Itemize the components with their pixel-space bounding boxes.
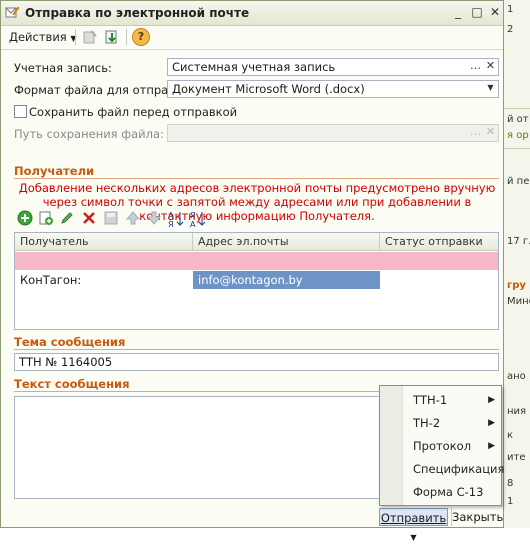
menu-item-label: Форма С-13 — [413, 485, 484, 499]
submenu-arrow-icon: ▶ — [488, 418, 495, 428]
menu-item-tn2[interactable]: ТН-2 ▶ — [402, 412, 501, 434]
bg-fragment: ите — [507, 452, 526, 463]
bg-fragment: 2 — [507, 24, 514, 35]
menu-item-label: ТТН-1 — [413, 393, 448, 407]
recipients-title: Получатели — [14, 164, 95, 178]
svg-text:А: А — [168, 211, 174, 220]
bg-fragment: 8 — [507, 478, 514, 489]
subject-input[interactable]: ТТН № 1164005 — [14, 353, 499, 371]
import-icon[interactable] — [103, 28, 121, 46]
column-header-status[interactable]: Статус отправки — [380, 233, 498, 251]
account-field[interactable]: Системная учетная запись — [167, 58, 499, 76]
delete-icon[interactable] — [81, 210, 97, 226]
send-button[interactable]: Отправить ▼ — [379, 508, 448, 542]
send-options-menu: ТТН-1 ▶ ТН-2 ▶ Протокол ▶ Спецификация Ф… — [379, 385, 505, 506]
move-up-icon[interactable] — [125, 210, 141, 226]
sort-ascending-icon[interactable]: А Я — [168, 210, 184, 228]
edit-icon[interactable] — [59, 210, 75, 226]
dialog-title: Отправка по электронной почте — [25, 6, 250, 20]
svg-text:Я: Я — [190, 211, 196, 220]
format-value: Документ Microsoft Word (.docx) — [172, 82, 365, 96]
menu-item-label: Спецификация — [413, 462, 505, 476]
disabled-action-icon[interactable] — [81, 28, 99, 46]
body-title: Текст сообщения — [14, 377, 130, 391]
minimize-button[interactable]: _ — [451, 5, 465, 19]
save-file-checkbox[interactable] — [14, 105, 27, 118]
menu-item-protocol[interactable]: Протокол ▶ — [402, 435, 501, 457]
bg-fragment: гру — [507, 280, 526, 291]
menu-item-ttn1[interactable]: ТТН-1 ▶ — [402, 389, 501, 411]
recipient-cell[interactable]: КонТагон: — [15, 271, 193, 289]
close-button[interactable]: ✕ — [488, 5, 502, 19]
copy-icon[interactable] — [38, 210, 54, 226]
add-icon[interactable] — [17, 210, 33, 226]
maximize-button[interactable]: □ — [470, 5, 484, 19]
menu-item-label: Протокол — [413, 439, 472, 453]
bg-fragment: 1 — [507, 4, 514, 15]
clear-icon[interactable]: ✕ — [483, 125, 498, 141]
svg-text:Я: Я — [168, 220, 174, 228]
dropdown-arrow-icon: ▼ — [410, 533, 417, 542]
chevron-down-icon[interactable]: ▼ — [483, 81, 498, 97]
sort-descending-icon[interactable]: Я А — [190, 210, 206, 228]
account-value: Системная учетная запись — [172, 60, 336, 74]
bg-fragment: й пер — [507, 176, 530, 187]
status-cell[interactable] — [380, 271, 498, 289]
grid-toolbar: А Я Я А — [14, 209, 499, 229]
save-file-label: Сохранить файл перед отправкой — [29, 105, 238, 119]
actions-menu[interactable]: Действия ▼ — [9, 30, 77, 44]
actions-menu-label: Действия — [9, 30, 67, 44]
submenu-arrow-icon: ▶ — [488, 395, 495, 405]
disabled-save-icon[interactable] — [103, 210, 119, 226]
bg-fragment: ния — [507, 406, 527, 417]
bg-fragment: ано — [507, 371, 526, 382]
close-button-label: Закрыть — [452, 510, 504, 524]
email-edit-icon — [5, 6, 19, 18]
close-dialog-button[interactable]: Закрыть — [451, 508, 503, 526]
clear-icon[interactable]: ✕ — [483, 59, 498, 75]
bg-fragment: Мино — [507, 296, 530, 307]
recipients-table: Получатель Адрес эл.почты Статус отправк… — [14, 232, 499, 330]
subject-title: Тема сообщения — [14, 335, 126, 349]
path-field[interactable] — [167, 124, 499, 142]
menu-item-specification[interactable]: Спецификация — [402, 458, 505, 480]
subject-value: ТТН № 1164005 — [19, 355, 113, 369]
toolbar: Действия ▼ ? — [1, 25, 503, 50]
bg-fragment: я ор — [507, 130, 529, 141]
help-icon[interactable]: ? — [132, 28, 150, 46]
background-window: 1 2 й от я ор й пер 17 г. гру Мино ано н… — [500, 0, 530, 528]
menu-item-form-c13[interactable]: Форма С-13 — [402, 481, 501, 503]
account-label: Учетная запись: — [14, 61, 112, 75]
menu-item-label: ТН-2 — [413, 416, 441, 430]
format-select[interactable]: Документ Microsoft Word (.docx) — [167, 80, 499, 98]
bg-fragment: к — [507, 430, 514, 441]
title-bar[interactable]: Отправка по электронной почте _ □ ✕ — [1, 1, 503, 26]
email-cell[interactable]: info@kontagon.by — [193, 271, 380, 289]
select-button[interactable]: … — [468, 125, 483, 141]
select-button[interactable]: … — [468, 59, 483, 75]
column-header-email[interactable]: Адрес эл.почты — [193, 233, 380, 251]
submenu-arrow-icon: ▶ — [488, 441, 495, 451]
bg-fragment: й от — [507, 114, 529, 125]
bg-fragment: 1 — [507, 496, 514, 507]
email-dialog: Отправка по электронной почте _ □ ✕ Дейс… — [0, 0, 505, 542]
move-down-icon[interactable] — [146, 210, 162, 226]
column-header-recipient[interactable]: Получатель — [15, 233, 193, 251]
path-label: Путь сохранения файла: — [14, 127, 164, 141]
bg-fragment: 17 г. — [507, 236, 530, 247]
table-row[interactable]: КонТагон: info@kontagon.by — [15, 252, 498, 289]
send-button-label: Отправить — [380, 511, 447, 525]
svg-text:А: А — [190, 220, 196, 228]
